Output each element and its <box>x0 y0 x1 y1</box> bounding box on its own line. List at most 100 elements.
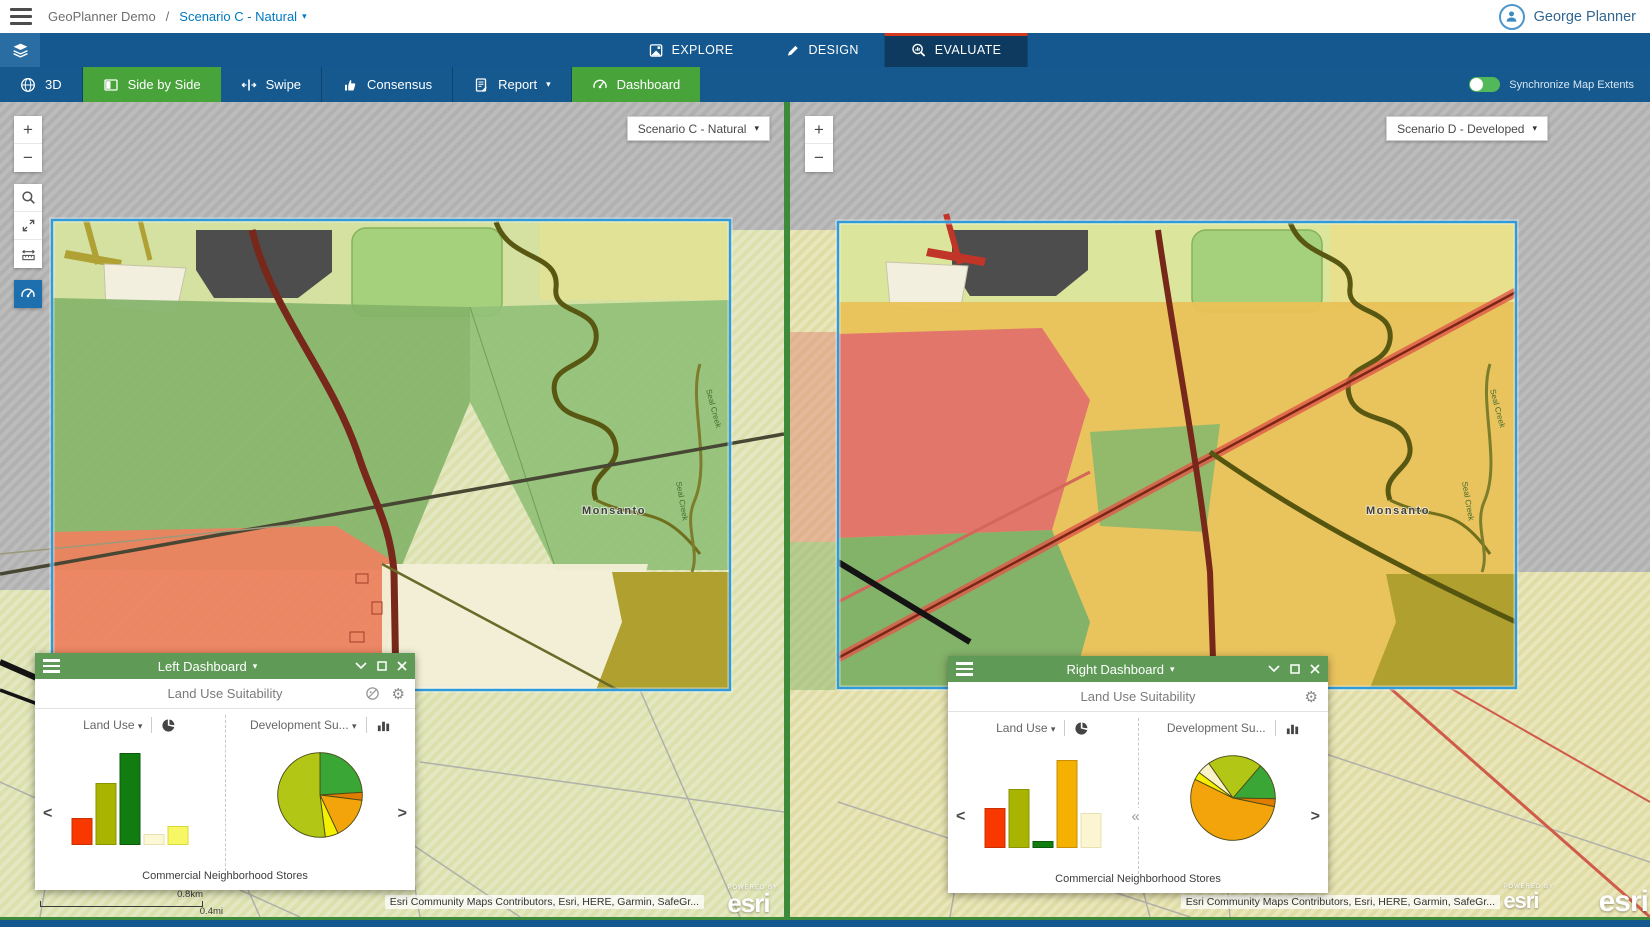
gear-icon[interactable]: ⚙ <box>1305 688 1318 706</box>
nav-tabs: EXPLORE DESIGN EVALUATE <box>623 33 1028 67</box>
collapse-icon[interactable] <box>1268 665 1280 673</box>
map-attribution: Esri Community Maps Contributors, Esri, … <box>385 895 704 909</box>
search-icon[interactable] <box>14 184 42 212</box>
zoom-out-button[interactable]: − <box>14 144 42 172</box>
measure-icon[interactable] <box>14 240 42 268</box>
bar-chart-icon[interactable] <box>376 718 391 733</box>
panel-title: Land Use Suitability <box>35 686 415 701</box>
report-icon <box>473 77 489 93</box>
tab-explore[interactable]: EXPLORE <box>623 33 760 67</box>
pie-chart-icon[interactable] <box>161 718 176 733</box>
tab-design[interactable]: DESIGN <box>759 33 884 67</box>
layers-icon[interactable] <box>0 33 40 67</box>
explore-icon <box>649 43 664 58</box>
user-avatar-icon <box>1499 4 1525 30</box>
swipe-button[interactable]: Swipe <box>221 67 322 102</box>
esri-logo-corner: esri <box>1599 888 1648 915</box>
dashboard-menu-icon[interactable] <box>956 662 973 676</box>
visibility-icon[interactable] <box>365 686 380 701</box>
map-attribution: Esri Community Maps Contributors, Esri, … <box>1181 895 1500 909</box>
report-caret-icon: ▾ <box>546 80 551 89</box>
development-suitability-pie-chart[interactable] <box>1187 752 1279 844</box>
sync-extents-label: Synchronize Map Extents <box>1509 79 1634 91</box>
user-menu[interactable]: George Planner <box>1499 4 1636 30</box>
zoom-out-button[interactable]: − <box>805 144 833 172</box>
gear-icon[interactable]: ⚙ <box>392 685 405 703</box>
right-map-scenario-selector[interactable]: Scenario D - Developed▾ <box>1386 116 1548 141</box>
dashboard-menu-icon[interactable] <box>43 659 60 673</box>
carousel-next-icon[interactable]: > <box>398 805 407 823</box>
right-map-zoom-controls: + − <box>805 116 833 172</box>
city-label: Monsanto <box>582 505 646 517</box>
development-suitability-pie-chart[interactable] <box>274 749 366 841</box>
bar-chart-icon[interactable] <box>1285 721 1300 736</box>
zoom-in-button[interactable]: + <box>14 116 42 144</box>
app-title: GeoPlanner Demo <box>48 9 156 24</box>
report-button[interactable]: Report ▾ <box>453 67 572 102</box>
map-dashboard-toggle[interactable] <box>14 280 42 308</box>
app-menu-icon[interactable] <box>10 8 32 25</box>
maximize-icon[interactable] <box>1290 664 1300 674</box>
evaluate-icon <box>911 42 927 58</box>
collapse-icon[interactable] <box>355 662 367 670</box>
sync-extents-toggle[interactable] <box>1469 77 1500 92</box>
breadcrumb: GeoPlanner Demo / Scenario C - Natural▾ <box>48 9 307 24</box>
consensus-icon <box>342 77 358 93</box>
development-suitability-widget: Development Su... ▾ <box>226 709 416 889</box>
chart-field-dropdown[interactable]: Land Use ▾ <box>83 718 142 732</box>
top-bar: GeoPlanner Demo / Scenario C - Natural▾ … <box>0 0 1650 33</box>
pie-chart-icon[interactable] <box>1074 721 1089 736</box>
left-dashboard-header: Left Dashboard▾ <box>35 653 415 679</box>
left-map-scenario-selector[interactable]: Scenario C - Natural▾ <box>627 116 770 141</box>
land-use-bar-chart[interactable] <box>71 753 188 845</box>
sync-extents-control: Synchronize Map Extents <box>1469 67 1650 102</box>
default-extent-icon[interactable] <box>14 212 42 240</box>
right-dashboard-panel: Right Dashboard▾ Land Use Suitability ⚙ … <box>948 656 1328 893</box>
user-name: George Planner <box>1534 9 1636 25</box>
dashboard-gauge-icon <box>592 77 608 93</box>
chart-field-dropdown[interactable]: Land Use ▾ <box>996 721 1055 735</box>
land-use-widget: Land Use ▾ <box>948 712 1138 892</box>
right-dashboard-body: < Land Use ▾ « Development Su... <box>948 712 1328 892</box>
close-icon[interactable] <box>1310 664 1320 674</box>
right-dashboard-title-dropdown[interactable]: Right Dashboard▾ <box>973 662 1268 677</box>
bottom-bar <box>0 920 1650 927</box>
consensus-button[interactable]: Consensus <box>322 67 453 102</box>
left-dashboard-title-dropdown[interactable]: Left Dashboard▾ <box>60 659 355 674</box>
carousel-prev-icon[interactable]: < <box>43 805 52 823</box>
carousel-next-icon[interactable]: > <box>1311 808 1320 826</box>
side-by-side-icon <box>103 77 119 93</box>
dashboard-button[interactable]: Dashboard <box>572 67 701 102</box>
left-map-tools <box>14 184 42 268</box>
scenario-dropdown[interactable]: Scenario C - Natural▾ <box>179 9 306 24</box>
development-suitability-widget: Development Su... <box>1139 712 1329 892</box>
zoom-in-button[interactable]: + <box>805 116 833 144</box>
land-use-widget: Land Use ▾ <box>35 709 225 889</box>
left-dashboard-body: < Land Use ▾ Development Su... ▾ <box>35 709 415 889</box>
side-by-side-button[interactable]: Side by Side <box>83 67 221 102</box>
land-use-bar-chart[interactable] <box>984 760 1101 848</box>
chart-caption: Commercial Neighborhood Stores <box>948 873 1328 885</box>
panel-title: Land Use Suitability <box>948 689 1328 704</box>
swipe-icon <box>241 77 257 93</box>
close-icon[interactable] <box>397 661 407 671</box>
chart-field-dropdown[interactable]: Development Su... <box>1167 721 1266 735</box>
carousel-prev-icon[interactable]: < <box>956 808 965 826</box>
left-dashboard-subbar: Land Use Suitability ⚙ <box>35 679 415 709</box>
right-map[interactable]: Monsanto Seal Creek Seal Creek Scenario … <box>790 102 1650 917</box>
chart-caption: Commercial Neighborhood Stores <box>35 870 415 882</box>
breadcrumb-separator: / <box>166 9 170 24</box>
3d-button[interactable]: 3D <box>0 67 83 102</box>
right-dashboard-header: Right Dashboard▾ <box>948 656 1328 682</box>
maximize-icon[interactable] <box>377 661 387 671</box>
city-label: Monsanto <box>1366 505 1430 517</box>
main-nav: EXPLORE DESIGN EVALUATE <box>0 33 1650 67</box>
left-dashboard-panel: Left Dashboard▾ Land Use Suitability ⚙ < <box>35 653 415 890</box>
tab-evaluate[interactable]: EVALUATE <box>885 33 1028 67</box>
chart-field-dropdown[interactable]: Development Su... ▾ <box>250 718 357 732</box>
right-dashboard-subbar: Land Use Suitability ⚙ <box>948 682 1328 712</box>
esri-logo: POWERED BY esri <box>727 886 778 915</box>
globe-icon <box>20 77 36 93</box>
left-map[interactable]: Monsanto Seal Creek Seal Creek Scenario … <box>0 102 784 917</box>
evaluate-toolbar: 3D Side by Side Swipe Consensus Report ▾… <box>0 67 1650 102</box>
